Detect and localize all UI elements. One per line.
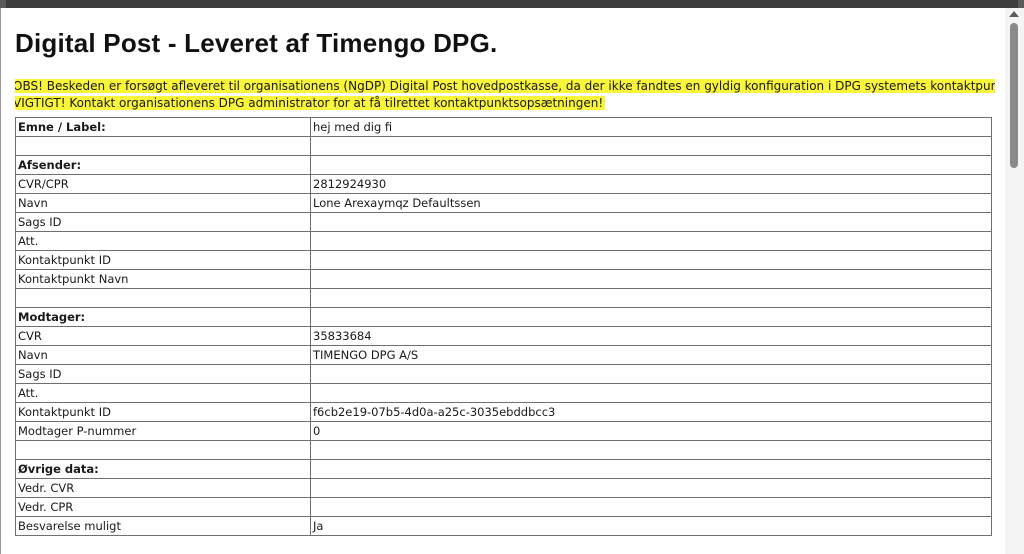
row-value [310,288,992,308]
row-label: Sags ID [15,364,311,384]
row-label: Afsender: [15,155,311,175]
table-row: Sags ID [15,212,992,232]
table-row [15,288,992,308]
row-label [15,440,311,460]
row-label: CVR [15,326,311,346]
message-viewer: Digital Post - Leveret af Timengo DPG. O… [0,8,1024,554]
row-label [15,136,311,156]
row-value [310,459,992,479]
scroll-up-arrow-icon[interactable] [1009,11,1019,17]
document-title: Digital Post - Leveret af Timengo DPG. [15,28,498,58]
table-row: Vedr. CVR [15,478,992,498]
table-row: Sags ID [15,364,992,384]
table-row: Kontaktpunkt Navn [15,269,992,289]
row-label [15,288,311,308]
row-label: Emne / Label: [15,117,311,137]
row-label: Kontaktpunkt ID [15,402,311,422]
table-body: Emne / Label: hej med dig fi Afsender: CVR/… [15,117,992,536]
row-label: Vedr. CVR [15,478,311,498]
table-row [15,440,992,460]
row-label: Navn [15,345,311,365]
notice-banner: OBS! Beskeden er forsøgt afleveret til o… [15,78,995,112]
row-value [310,364,992,384]
row-label: Sags ID [15,212,311,232]
row-value [310,212,992,232]
row-value: 35833684 [310,326,992,346]
row-value [310,231,992,251]
table-row: Modtager P-nummer 0 [15,421,992,441]
row-value: Ja [310,516,992,536]
message-data-table: Emne / Label: hej med dig fi Afsender: CVR/… [15,117,992,536]
table-row: Att. [15,383,992,403]
row-value: Lone Arexaymqz Defaultssen [310,193,992,213]
row-value [310,307,992,327]
vertical-scrollbar[interactable] [1005,8,1024,554]
row-label: Øvrige data: [15,459,311,479]
row-value [310,497,992,517]
notice-line-vigtigt: VIGTIGT! Kontakt organisationens DPG adm… [15,96,606,110]
row-value: hej med dig fi [310,117,992,137]
table-row: Kontaktpunkt ID f6cb2e19-07b5-4d0a-a25c-3… [15,402,992,422]
message-document: Digital Post - Leveret af Timengo DPG. O… [15,8,995,554]
table-row: CVR 35833684 [15,326,992,346]
row-value: 0 [310,421,992,441]
table-row [15,136,992,156]
row-value: TIMENGO DPG A/S [310,345,992,365]
window-top-strip [0,0,1024,8]
table-row: Øvrige data: [15,459,992,479]
row-label: Vedr. CPR [15,497,311,517]
row-label: Kontaktpunkt Navn [15,269,311,289]
row-value [310,440,992,460]
row-label: Att. [15,231,311,251]
row-label: Att. [15,383,311,403]
row-value: 2812924930 [310,174,992,194]
scroll-thumb[interactable] [1010,23,1018,168]
row-label: Kontaktpunkt ID [15,250,311,270]
row-label: CVR/CPR [15,174,311,194]
window-edge-right [1018,0,1024,8]
row-label: Modtager: [15,307,311,327]
table-row: Afsender: [15,155,992,175]
table-row: Kontaktpunkt ID [15,250,992,270]
table-row: Att. [15,231,992,251]
row-label: Modtager P-nummer [15,421,311,441]
table-row: CVR/CPR 2812924930 [15,174,992,194]
row-value [310,136,992,156]
row-value [310,155,992,175]
window-edge-left [0,0,6,8]
row-value: f6cb2e19-07b5-4d0a-a25c-3035ebddbcc3 [310,402,992,422]
table-row: Emne / Label: hej med dig fi [15,117,992,137]
table-row: Navn TIMENGO DPG A/S [15,345,992,365]
table-row: Vedr. CPR [15,497,992,517]
row-value [310,478,992,498]
row-value [310,250,992,270]
row-label: Besvarelse muligt [15,516,311,536]
table-row: Modtager: [15,307,992,327]
table-row: Besvarelse muligt Ja [15,516,992,536]
notice-line-obs: OBS! Beskeden er forsøgt afleveret til o… [15,79,995,93]
row-label: Navn [15,193,311,213]
row-value [310,383,992,403]
row-value [310,269,992,289]
table-row: Navn Lone Arexaymqz Defaultssen [15,193,992,213]
